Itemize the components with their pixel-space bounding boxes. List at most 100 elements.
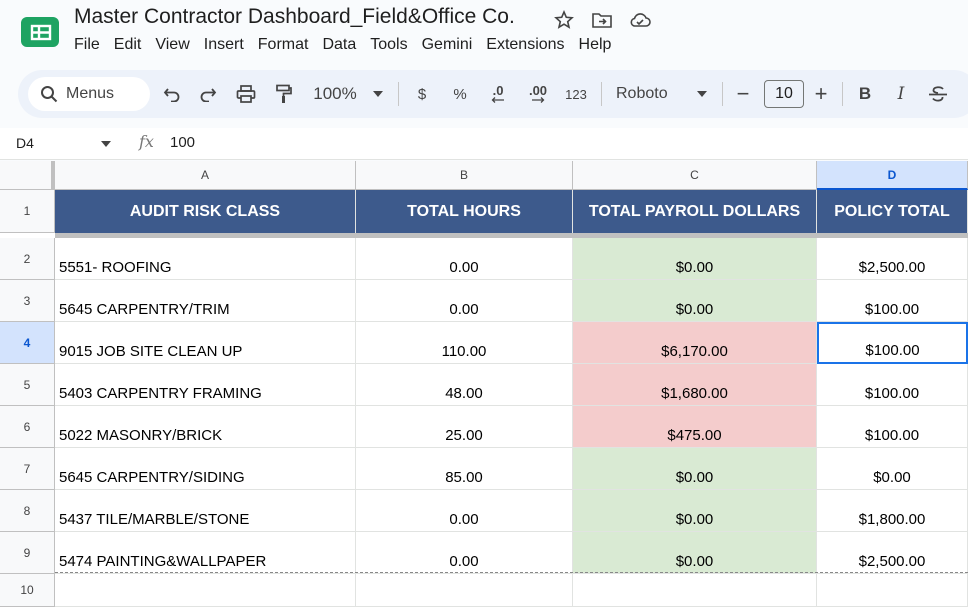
arrow-left-icon xyxy=(491,97,504,103)
cell-total-hours[interactable]: 0.00 xyxy=(356,238,573,280)
empty-cell[interactable] xyxy=(573,574,817,607)
row-header[interactable]: 6 xyxy=(0,406,55,448)
cell-total-payroll[interactable]: $0.00 xyxy=(573,238,817,280)
cell-audit-risk-class[interactable]: 5645 CARPENTRY/SIDING xyxy=(55,448,356,490)
cell-total-hours[interactable]: 48.00 xyxy=(356,364,573,406)
row-header[interactable]: 3 xyxy=(0,280,55,322)
zoom-dropdown[interactable] xyxy=(370,82,386,106)
document-title[interactable]: Master Contractor Dashboard_Field&Office… xyxy=(74,5,515,29)
strikethrough-button[interactable] xyxy=(926,82,950,106)
row-header[interactable]: 8 xyxy=(0,490,55,532)
column-header-a[interactable]: A xyxy=(55,161,356,190)
cell-total-hours[interactable]: 0.00 xyxy=(356,490,573,532)
row-header-10[interactable]: 10 xyxy=(0,574,55,607)
row-header-1[interactable]: 1 xyxy=(0,190,55,233)
more-formats-button[interactable]: 123 xyxy=(562,82,590,106)
cell-total-hours[interactable]: 85.00 xyxy=(356,448,573,490)
cell-total-hours[interactable]: 0.00 xyxy=(356,532,573,574)
italic-button[interactable]: I xyxy=(890,82,912,106)
print-button[interactable] xyxy=(234,82,258,106)
increase-font-size-button[interactable]: + xyxy=(810,81,832,106)
cell-audit-risk-class[interactable]: 5474 PAINTING&WALLPAPER xyxy=(55,532,356,574)
font-family-dropdown[interactable] xyxy=(694,82,710,106)
font-size-input[interactable]: 10 xyxy=(764,80,804,108)
column-header-c[interactable]: C xyxy=(573,161,817,190)
cell-total-payroll[interactable]: $6,170.00 xyxy=(573,322,817,364)
sheets-logo-icon[interactable] xyxy=(20,16,60,48)
toolbar-divider xyxy=(842,82,843,106)
increase-decimal-button[interactable]: .00 xyxy=(522,82,554,106)
header-cell-total-payroll-dollars[interactable]: TOTAL PAYROLL DOLLARS xyxy=(573,190,817,233)
cell-policy-total[interactable]: $1,800.00 xyxy=(817,490,968,532)
column-header-d[interactable]: D xyxy=(817,161,968,190)
cell-total-payroll[interactable]: $475.00 xyxy=(573,406,817,448)
cell-audit-risk-class[interactable]: 5022 MASONRY/BRICK xyxy=(55,406,356,448)
redo-button[interactable] xyxy=(196,82,220,106)
decrease-decimal-button[interactable]: .0 xyxy=(484,82,512,106)
cell-total-payroll[interactable]: $1,680.00 xyxy=(573,364,817,406)
decrease-font-size-button[interactable]: − xyxy=(732,81,754,106)
search-menus[interactable]: Menus xyxy=(28,77,150,111)
percent-format-button[interactable]: % xyxy=(450,82,470,106)
cell-total-payroll[interactable]: $0.00 xyxy=(573,448,817,490)
name-box[interactable]: D4 xyxy=(16,135,34,151)
cell-policy-total[interactable]: $100.00 xyxy=(817,364,968,406)
header-cell-total-hours[interactable]: TOTAL HOURS xyxy=(356,190,573,233)
menu-help[interactable]: Help xyxy=(572,36,619,54)
cell-total-payroll[interactable]: $0.00 xyxy=(573,532,817,574)
cell-total-hours[interactable]: 0.00 xyxy=(356,280,573,322)
cell-total-hours[interactable]: 110.00 xyxy=(356,322,573,364)
cell-audit-risk-class[interactable]: 5551- ROOFING xyxy=(55,238,356,280)
row-header[interactable]: 4 xyxy=(0,322,55,364)
cell-policy-total[interactable]: $2,500.00 xyxy=(817,532,968,574)
cell-audit-risk-class[interactable]: 5645 CARPENTRY/TRIM xyxy=(55,280,356,322)
cell-audit-risk-class[interactable]: 9015 JOB SITE CLEAN UP xyxy=(55,322,356,364)
font-family-select[interactable]: Roboto xyxy=(616,82,680,106)
row-header[interactable]: 7 xyxy=(0,448,55,490)
cell-total-payroll[interactable]: $0.00 xyxy=(573,490,817,532)
select-all-corner[interactable] xyxy=(0,161,55,190)
cell-audit-risk-class[interactable]: 5437 TILE/MARBLE/STONE xyxy=(55,490,356,532)
menu-tools[interactable]: Tools xyxy=(363,36,414,54)
zoom-value[interactable]: 100% xyxy=(312,82,358,106)
strikethrough-icon xyxy=(929,86,947,102)
star-icon[interactable] xyxy=(552,8,576,32)
menu-view[interactable]: View xyxy=(148,36,196,54)
paint-format-button[interactable] xyxy=(272,82,296,106)
toolbar-divider xyxy=(722,82,723,106)
empty-cell[interactable] xyxy=(817,574,968,607)
undo-button[interactable] xyxy=(160,82,184,106)
menu-gemini[interactable]: Gemini xyxy=(415,36,480,54)
row-header[interactable]: 9 xyxy=(0,532,55,574)
menu-file[interactable]: File xyxy=(74,36,107,54)
currency-format-button[interactable]: $ xyxy=(412,82,432,106)
menu-edit[interactable]: Edit xyxy=(107,36,149,54)
cell-policy-total[interactable]: $100.00 xyxy=(817,280,968,322)
bold-button[interactable]: B xyxy=(854,82,876,106)
menu-insert[interactable]: Insert xyxy=(197,36,251,54)
cell-policy-total[interactable]: $0.00 xyxy=(817,448,968,490)
formula-input[interactable]: 100 xyxy=(170,134,195,151)
menu-data[interactable]: Data xyxy=(315,36,363,54)
name-box-caret-down-icon[interactable] xyxy=(101,141,111,147)
column-header-b[interactable]: B xyxy=(356,161,573,190)
search-icon xyxy=(41,86,58,103)
cloud-saved-icon[interactable] xyxy=(628,8,652,32)
caret-down-icon xyxy=(373,91,383,97)
cell-total-hours[interactable]: 25.00 xyxy=(356,406,573,448)
row-header[interactable]: 2 xyxy=(0,238,55,280)
cell-audit-risk-class[interactable]: 5403 CARPENTRY FRAMING xyxy=(55,364,356,406)
cell-policy-total[interactable]: $2,500.00 xyxy=(817,238,968,280)
header-cell-audit-risk-class[interactable]: AUDIT RISK CLASS xyxy=(55,190,356,233)
menu-format[interactable]: Format xyxy=(251,36,316,54)
empty-cell[interactable] xyxy=(55,574,356,607)
row-header[interactable]: 5 xyxy=(0,364,55,406)
header-cell-policy-total[interactable]: POLICY TOTAL xyxy=(817,190,968,233)
cell-total-payroll[interactable]: $0.00 xyxy=(573,280,817,322)
menu-extensions[interactable]: Extensions xyxy=(479,36,571,54)
cell-policy-total[interactable]: $100.00 xyxy=(817,406,968,448)
empty-cell[interactable] xyxy=(356,574,573,607)
move-folder-icon[interactable] xyxy=(590,8,614,32)
print-range-dashed-line xyxy=(55,572,968,573)
cell-policy-total[interactable]: $100.00 xyxy=(817,322,968,364)
